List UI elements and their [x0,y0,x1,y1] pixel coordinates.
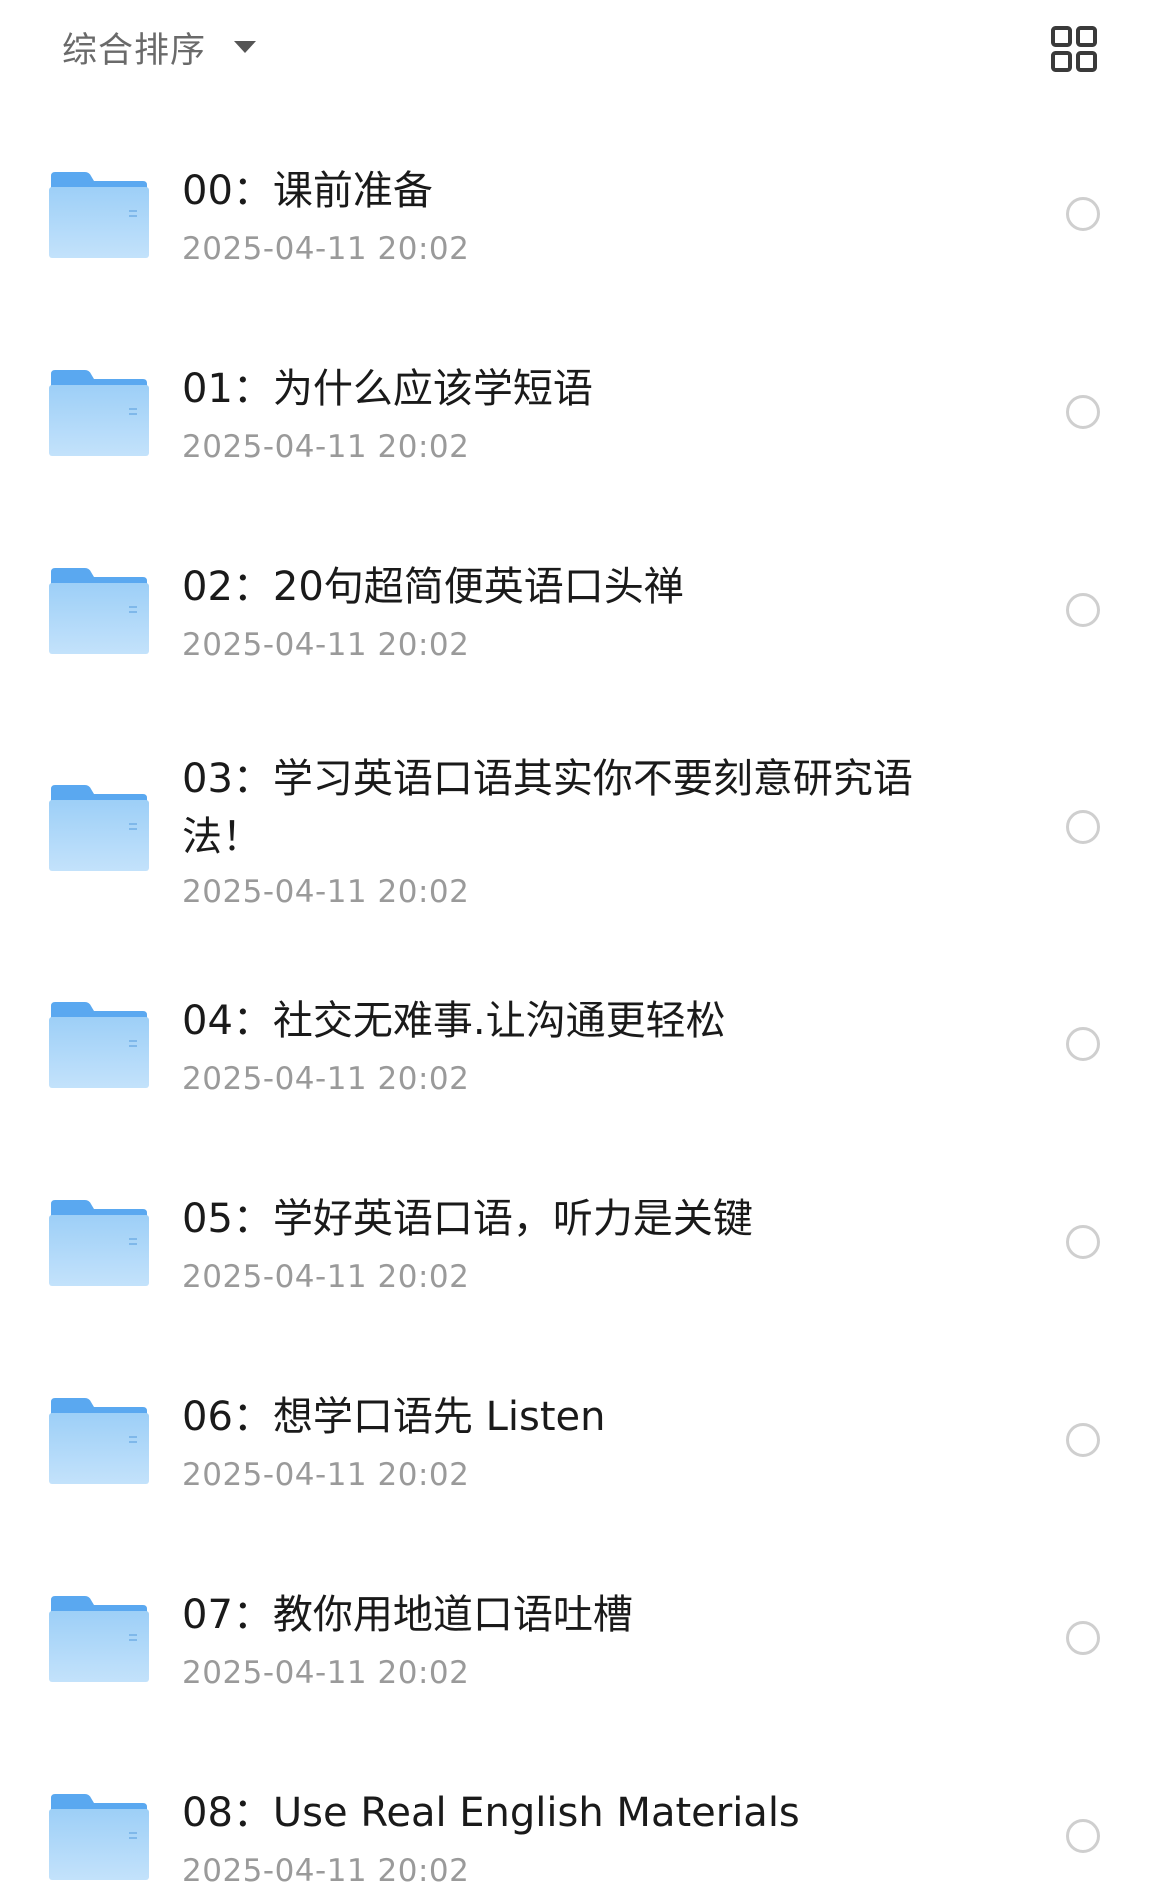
folder-date: 2025-04-11 20:02 [182,231,470,267]
grid-view-icon[interactable] [1050,25,1098,73]
select-radio[interactable] [1066,1621,1100,1655]
select-radio[interactable] [1066,593,1100,627]
folder-date: 2025-04-11 20:02 [182,627,470,663]
folder-icon [49,785,149,871]
folder-title: 00：课前准备 [182,168,433,214]
folder-date: 2025-04-11 20:02 [182,1655,470,1691]
folder-date: 2025-04-11 20:02 [182,429,470,465]
folder-title: 06：想学口语先 Listen [182,1394,606,1440]
folder-title: 08：Use Real English Materials [182,1790,800,1836]
select-radio[interactable] [1066,1027,1100,1061]
folder-date: 2025-04-11 20:02 [182,874,470,910]
select-radio[interactable] [1066,1225,1100,1259]
folder-title: 05：学好英语口语，听力是关键 [182,1196,753,1242]
folder-icon [49,1794,149,1880]
folder-date: 2025-04-11 20:02 [182,1853,470,1889]
folder-icon [49,1200,149,1286]
folder-date: 2025-04-11 20:02 [182,1457,470,1493]
list-header: 综合排序 [0,0,1153,100]
select-radio[interactable] [1066,197,1100,231]
folder-icon [49,370,149,456]
folder-title: 07：教你用地道口语吐槽 [182,1592,633,1638]
folder-icon [49,568,149,654]
select-radio[interactable] [1066,810,1100,844]
folder-icon [49,1398,149,1484]
select-radio[interactable] [1066,395,1100,429]
sort-dropdown[interactable]: 综合排序 [62,22,257,72]
folder-icon [49,1002,149,1088]
folder-title: 04：社交无难事.让沟通更轻松 [182,998,726,1044]
folder-icon [49,1596,149,1682]
folder-date: 2025-04-11 20:02 [182,1259,470,1295]
file-list-page: 综合排序 00：课前准备 2025-04-11 20:02 01：为什么应该学短… [0,0,1153,1893]
folder-icon [49,172,149,258]
select-radio[interactable] [1066,1423,1100,1457]
folder-title: 03：学习英语口语其实你不要刻意研究语法！ [182,756,913,860]
folder-title: 01：为什么应该学短语 [182,366,593,412]
folder-title: 02：20句超简便英语口头禅 [182,564,684,610]
sort-label: 综合排序 [62,30,207,71]
caret-down-icon [234,41,257,53]
folder-date: 2025-04-11 20:02 [182,1061,470,1097]
select-radio[interactable] [1066,1819,1100,1853]
